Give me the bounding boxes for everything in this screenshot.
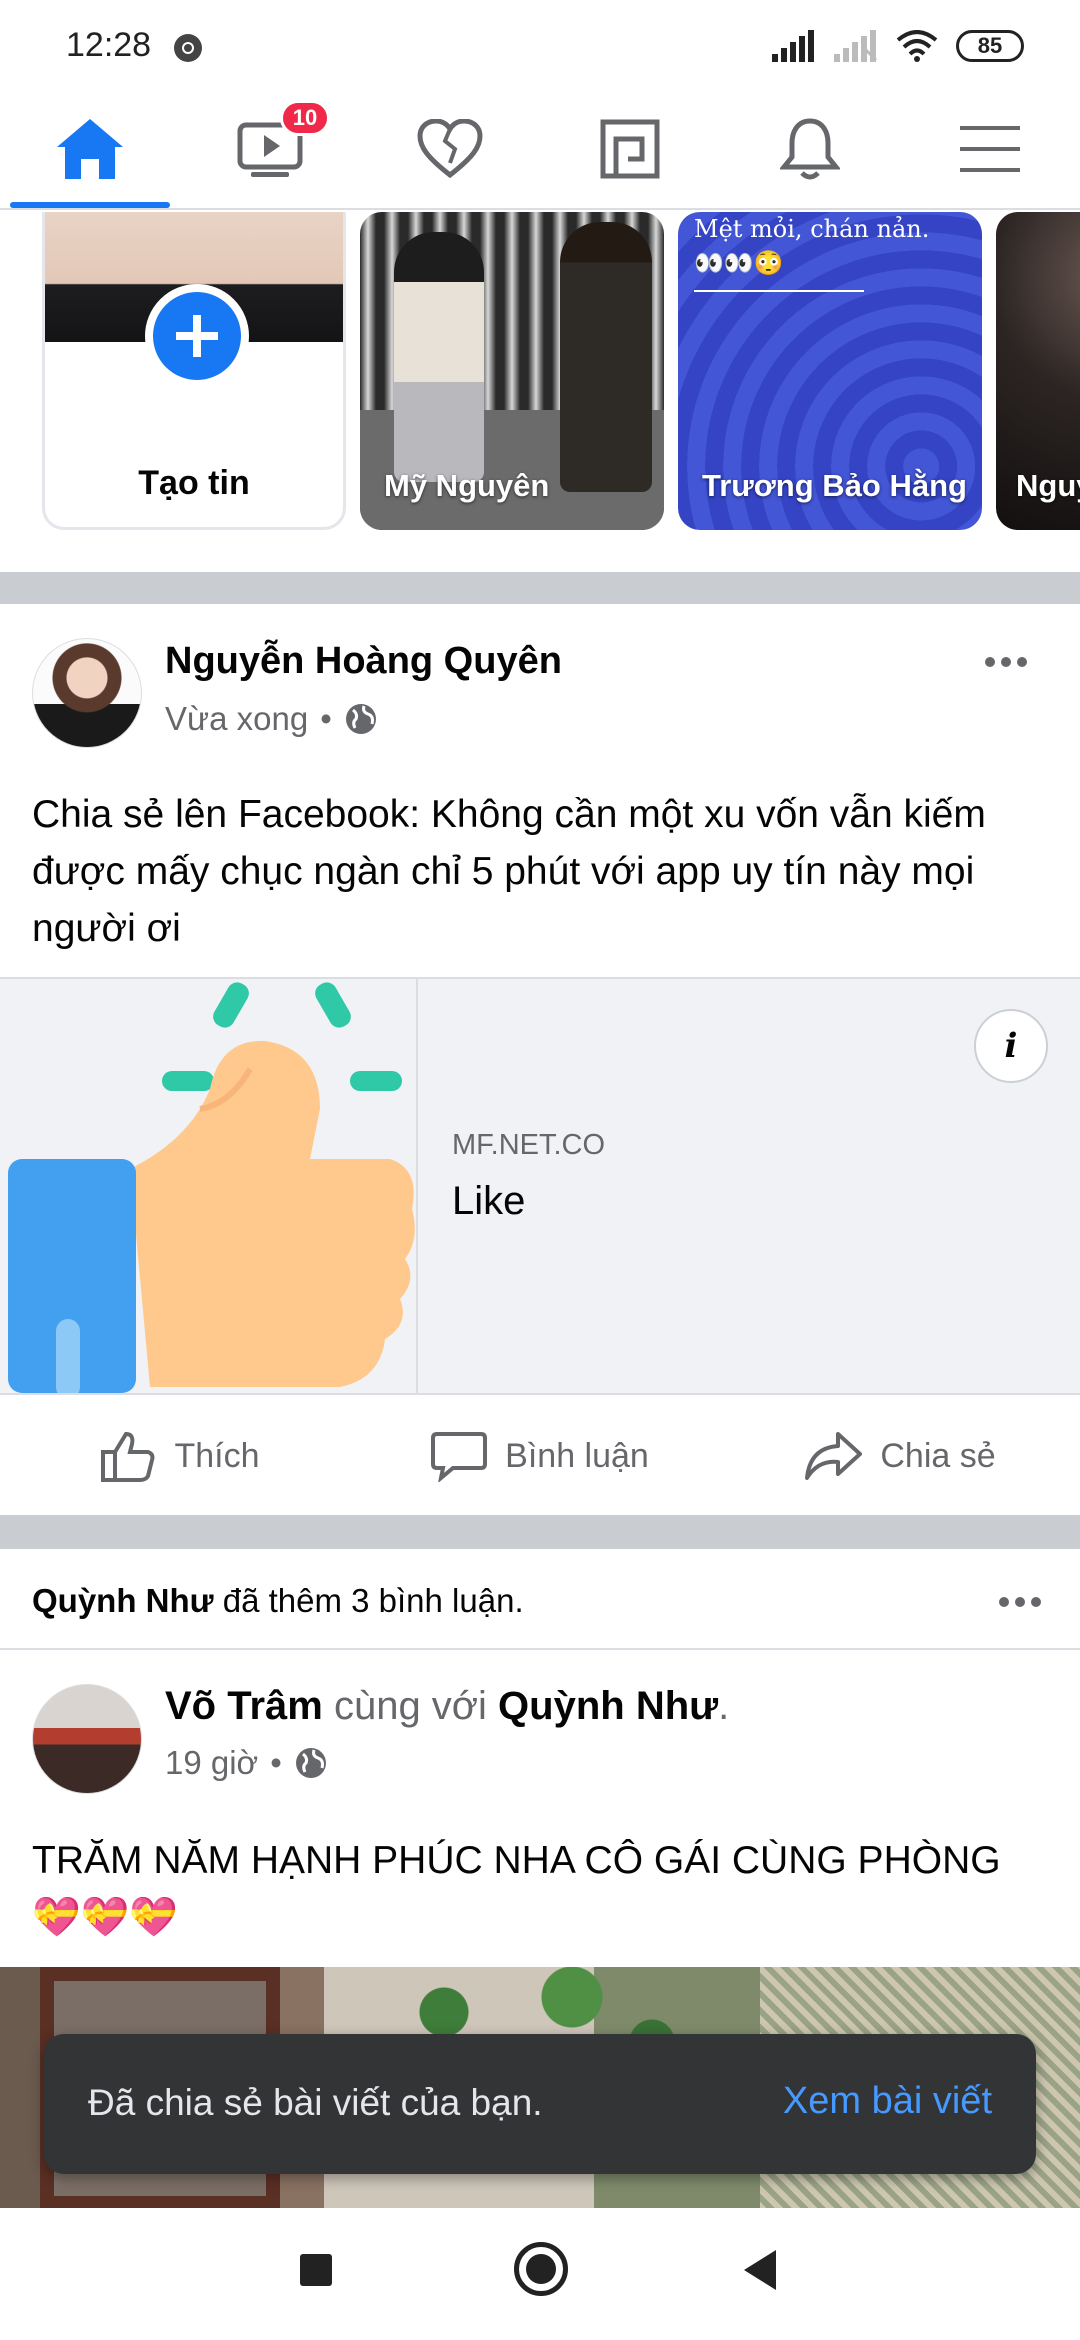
home-icon [57,119,123,179]
recents-button[interactable] [300,2254,332,2286]
active-tab-indicator [10,202,170,208]
watch-badge: 10 [280,100,330,136]
back-button[interactable] [744,2250,776,2290]
tagged-friend[interactable]: Quỳnh Như [498,1684,718,1728]
tab-dating[interactable] [360,90,540,208]
info-icon: i [1004,1026,1018,1066]
story-author-name: Mỹ Nguyên [384,468,550,503]
system-nav-bar [0,2208,1080,2340]
avatar[interactable] [32,638,142,748]
globe-icon [345,704,376,734]
comment-button[interactable]: Bình luận [360,1397,720,1515]
signal-icon [772,30,814,62]
share-label: Chia sẻ [880,1436,996,1475]
comment-label: Bình luận [505,1436,649,1475]
meta-separator: • [320,700,332,737]
link-thumbnail [0,979,418,1393]
story-caption-emoji: 👀👀😳 [694,249,784,277]
hamburger-menu-icon [960,126,1020,172]
dot-icon [1001,657,1011,667]
story-card[interactable]: Nguy Việt [996,212,1080,530]
tab-watch[interactable]: 10 [180,90,360,208]
status-icons: 85 [772,26,1024,66]
battery-indicator: 85 [956,30,1024,62]
link-title[interactable]: Like [452,1179,525,1224]
snackbar-message: Đã chia sẻ bài viết của bạn. [88,2082,543,2123]
post-options-button[interactable] [976,642,1036,682]
post-author-name[interactable]: Võ Trâm [165,1684,323,1728]
feed-divider [0,572,1080,604]
feed-divider [0,1515,1080,1549]
section-divider [0,1648,1080,1650]
post-timestamp[interactable]: 19 giờ [165,1744,258,1782]
status-bar: 12:28 85 [0,0,1080,90]
link-preview[interactable]: MF.NET.CO Like i [0,977,1080,1395]
link-domain: MF.NET.CO [452,1129,606,1161]
add-story-button[interactable] [145,284,249,388]
story-caption-text: Mệt mỏi, chán nản. [694,215,930,243]
globe-icon [295,1748,326,1778]
story-author-name: Nguy Việt [1016,468,1080,503]
story-card[interactable]: Mỹ Nguyên [360,212,664,530]
tab-menu[interactable] [900,90,1080,208]
post-text: TRĂM NĂM HẠNH PHÚC NHA CÔ GÁI CÙNG PHÒNG… [32,1839,1001,1939]
signal-off-icon [834,30,878,62]
bell-icon [780,118,840,180]
story-person-left [394,232,484,482]
snackbar: Đã chia sẻ bài viết của bạn. Xem bài viế… [44,2034,1036,2174]
activity-header: Quỳnh Như đã thêm 3 bình luận. [32,1582,524,1620]
avatar[interactable] [32,1684,142,1794]
author-line-period: . [718,1684,730,1728]
view-post-button[interactable]: Xem bài viết [783,2080,992,2123]
dot-icon [1031,1597,1041,1607]
dot-icon [1017,657,1027,667]
create-story-card[interactable]: Tạo tin [42,212,346,530]
meta-separator: • [270,1744,282,1781]
wifi-icon [896,30,938,62]
thumbs-up-icon [101,1431,155,1482]
thumbs-up-illustration [8,982,415,1393]
story-caption-line [694,290,864,292]
post-meta: Vừa xong • [165,700,378,738]
battery-level: 85 [977,33,1003,58]
post-text: Chia sẻ lên Facebook: Không cần một xu v… [32,793,986,950]
pages-icon [600,119,660,179]
post-action-bar: Thích Bình luận Chia sẻ [0,1397,1080,1515]
share-button[interactable]: Chia sẻ [720,1397,1080,1515]
post-author-name[interactable]: Nguyễn Hoàng Quyên [165,640,562,683]
home-button[interactable] [514,2242,568,2296]
like-label: Thích [174,1436,260,1475]
post-author-line: Võ Trâm cùng với Quỳnh Như. [165,1684,729,1729]
story-caption: Mệt mỏi, chán nản. 👀👀😳 [694,212,929,292]
info-button[interactable]: i [974,1009,1048,1083]
status-time: 12:28 [66,26,152,64]
story-person-right [560,222,652,492]
tab-notifications[interactable] [720,90,900,208]
activity-actor[interactable]: Quỳnh Như [32,1582,214,1619]
activity-options-button[interactable] [990,1582,1050,1622]
like-button[interactable]: Thích [0,1397,360,1515]
create-story-label: Tạo tin [138,464,250,502]
chrome-icon [174,34,202,62]
stories-tray: Tạo tin Mỹ Nguyên Mệt mỏi, chán nản. 👀👀😳… [0,212,1080,572]
with-text: cùng với [322,1684,499,1728]
plus-icon [176,315,218,357]
dot-icon [985,657,995,667]
comment-icon [431,1432,488,1482]
heart-icon [417,119,483,179]
story-author-name: Trương Bảo Hằng [702,468,967,503]
activity-text: đã thêm 3 bình luận. [213,1582,524,1619]
dot-icon [999,1597,1009,1607]
post-timestamp[interactable]: Vừa xong [165,700,308,738]
post-meta: 19 giờ • [165,1744,328,1782]
story-card[interactable]: Mệt mỏi, chán nản. 👀👀😳 Trương Bảo Hằng [678,212,982,530]
tab-pages[interactable] [540,90,720,208]
share-icon [805,1432,863,1480]
tab-home[interactable] [0,90,180,208]
dot-icon [1015,1597,1025,1607]
top-nav: 10 [0,90,1080,210]
